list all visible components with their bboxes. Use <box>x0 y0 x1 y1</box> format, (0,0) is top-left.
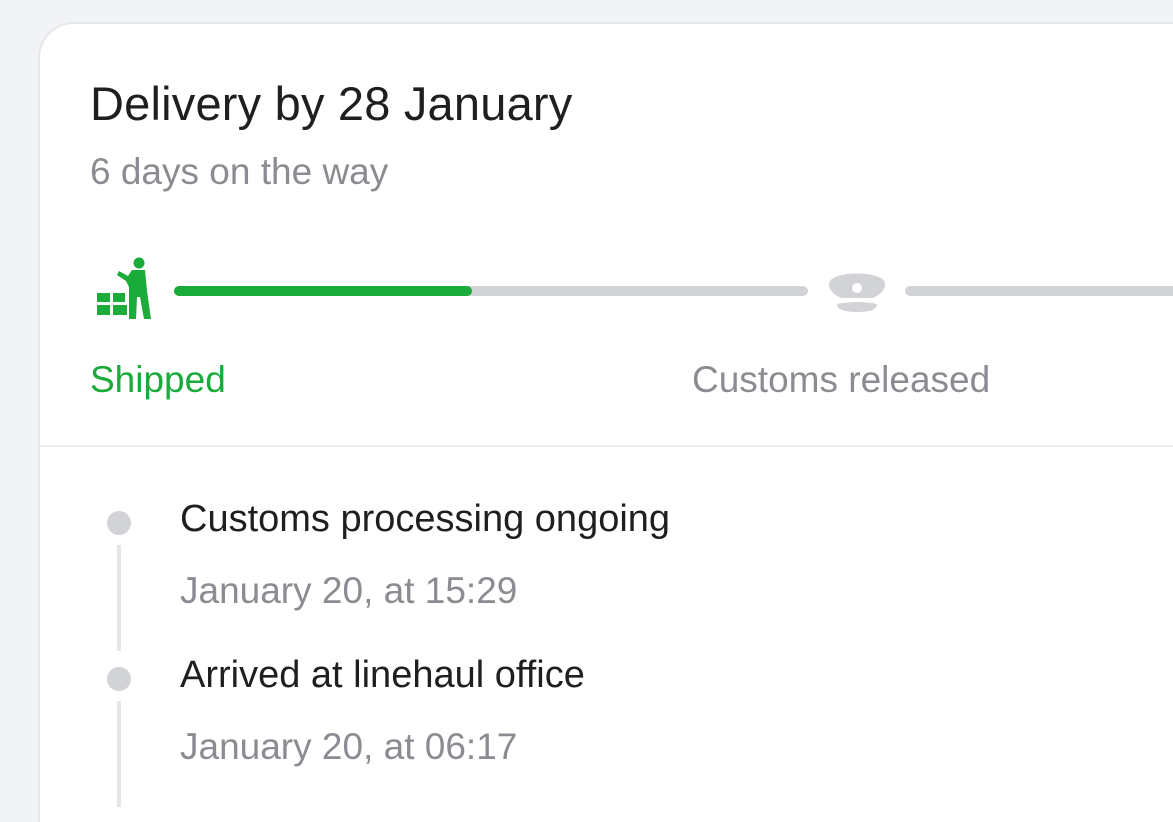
delivery-subtitle: 6 days on the way <box>90 151 389 192</box>
delivery-title: Delivery by 28 January <box>90 77 573 130</box>
customs-officer-cap-icon <box>825 266 889 316</box>
timeline-event: Customs processing ongoing January 20, a… <box>40 494 1040 651</box>
shipped-worker-icon <box>96 257 152 319</box>
progress-track-next <box>905 286 1173 296</box>
event-time: January 20, at 15:29 <box>180 570 518 611</box>
event-title: Customs processing ongoing <box>180 498 671 540</box>
section-divider <box>40 445 1173 447</box>
progress-fill <box>174 286 472 296</box>
timeline-dot <box>107 511 131 535</box>
event-time: January 20, at 06:17 <box>180 726 518 767</box>
timeline-dot <box>107 667 131 691</box>
timeline-connector <box>117 701 121 807</box>
event-title: Arrived at linehaul office <box>180 654 585 696</box>
timeline-event: Arrived at linehaul office January 20, a… <box>40 650 1040 807</box>
delivery-card: Delivery by 28 January 6 days on the way… <box>38 22 1173 822</box>
timeline-connector <box>117 545 121 651</box>
step-label-customs-released: Customs released <box>692 359 991 400</box>
step-label-shipped: Shipped <box>90 359 226 400</box>
